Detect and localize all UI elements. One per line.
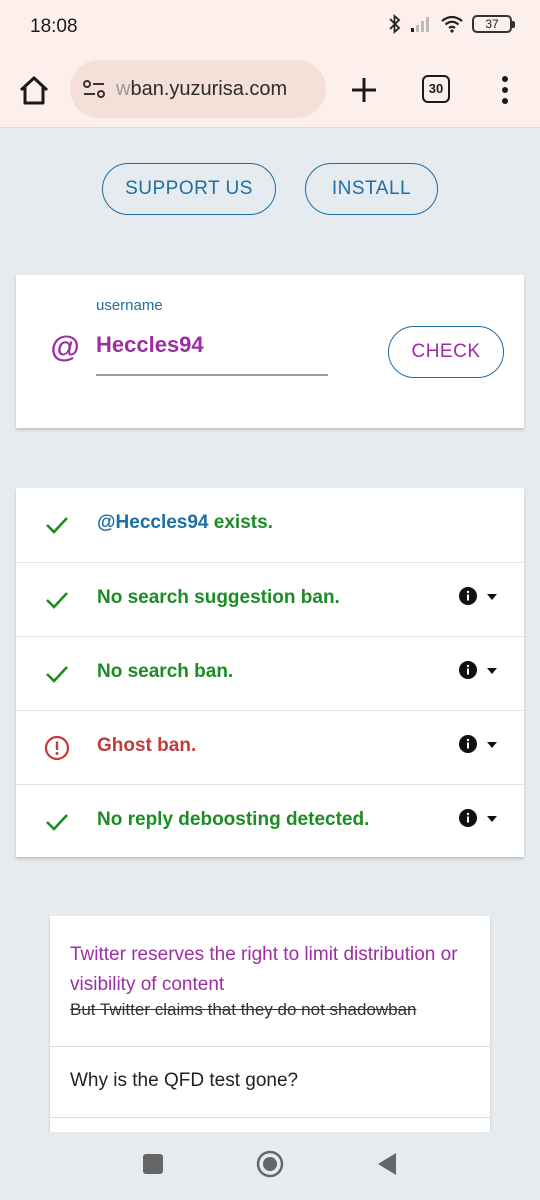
divider bbox=[50, 1046, 490, 1047]
signal-icon bbox=[411, 17, 429, 32]
status-bar: 18:08 37 bbox=[0, 0, 540, 52]
info-icon[interactable] bbox=[459, 809, 477, 827]
battery-indicator: 37 bbox=[472, 15, 515, 33]
check-icon bbox=[46, 592, 68, 609]
result-row-exists: @Heccles94 exists. bbox=[16, 488, 524, 562]
bluetooth-icon bbox=[389, 14, 401, 34]
result-row-reply-deboosting[interactable]: No reply deboosting detected. bbox=[16, 784, 524, 858]
tab-switcher-button[interactable]: 30 bbox=[422, 75, 450, 103]
home-icon[interactable] bbox=[16, 72, 52, 108]
status-icons: 37 bbox=[388, 14, 515, 34]
more-options-icon[interactable] bbox=[496, 74, 514, 106]
check-button[interactable]: CHECK bbox=[388, 326, 504, 378]
info-icon[interactable] bbox=[459, 735, 477, 753]
wifi-icon bbox=[441, 15, 463, 33]
username-input[interactable]: Heccles94 bbox=[96, 332, 204, 358]
check-icon bbox=[46, 814, 68, 831]
divider bbox=[50, 1117, 490, 1118]
faq-headline: Twitter reserves the right to limit dist… bbox=[70, 944, 458, 995]
faq-strikethrough: But Twitter claims that they do not shad… bbox=[70, 1000, 417, 1019]
result-text: Ghost ban. bbox=[97, 735, 197, 756]
alert-circle-icon bbox=[44, 735, 70, 761]
recents-icon[interactable] bbox=[143, 1154, 163, 1174]
info-icon[interactable] bbox=[459, 661, 477, 679]
url-text: wban.yuzurisa.com bbox=[116, 78, 287, 101]
username-label: username bbox=[96, 297, 163, 314]
at-icon: @ bbox=[50, 331, 80, 364]
chevron-down-icon[interactable] bbox=[487, 816, 497, 822]
address-bar[interactable]: wban.yuzurisa.com bbox=[70, 60, 326, 118]
support-us-button[interactable]: SUPPORT US bbox=[102, 163, 276, 215]
faq-question[interactable]: Why is the QFD test gone? bbox=[70, 1070, 298, 1092]
url-domain: ban.yuzurisa.com bbox=[130, 78, 288, 100]
site-settings-icon[interactable] bbox=[82, 79, 106, 99]
install-button[interactable]: INSTALL bbox=[305, 163, 438, 215]
result-text: No search ban. bbox=[97, 661, 234, 682]
status-time: 18:08 bbox=[30, 16, 78, 37]
result-row-ghost-ban[interactable]: Ghost ban. bbox=[16, 710, 524, 784]
chevron-down-icon[interactable] bbox=[487, 742, 497, 748]
check-icon bbox=[46, 666, 68, 683]
info-icon[interactable] bbox=[459, 587, 477, 605]
result-username: @Heccles94 bbox=[97, 512, 209, 533]
username-form-card: @ username Heccles94 CHECK bbox=[16, 275, 524, 428]
result-row-search-ban[interactable]: No search ban. bbox=[16, 636, 524, 710]
chevron-down-icon[interactable] bbox=[487, 668, 497, 674]
system-nav-bar bbox=[0, 1132, 540, 1200]
chevron-down-icon[interactable] bbox=[487, 594, 497, 600]
results-card: @Heccles94 exists. No search suggestion … bbox=[16, 488, 524, 857]
faq-card: Twitter reserves the right to limit dist… bbox=[50, 916, 490, 1146]
result-row-search-suggestion[interactable]: No search suggestion ban. bbox=[16, 562, 524, 636]
result-text: @Heccles94 exists. bbox=[97, 512, 273, 533]
back-icon[interactable] bbox=[376, 1151, 398, 1177]
result-text: No search suggestion ban. bbox=[97, 587, 340, 608]
check-icon bbox=[46, 517, 68, 534]
new-tab-icon[interactable] bbox=[348, 74, 380, 106]
url-prefix: w bbox=[116, 78, 131, 100]
result-text: No reply deboosting detected. bbox=[97, 809, 370, 830]
home-circle-icon[interactable] bbox=[256, 1150, 284, 1178]
input-underline bbox=[96, 374, 328, 376]
browser-toolbar: wban.yuzurisa.com 30 bbox=[0, 52, 540, 128]
